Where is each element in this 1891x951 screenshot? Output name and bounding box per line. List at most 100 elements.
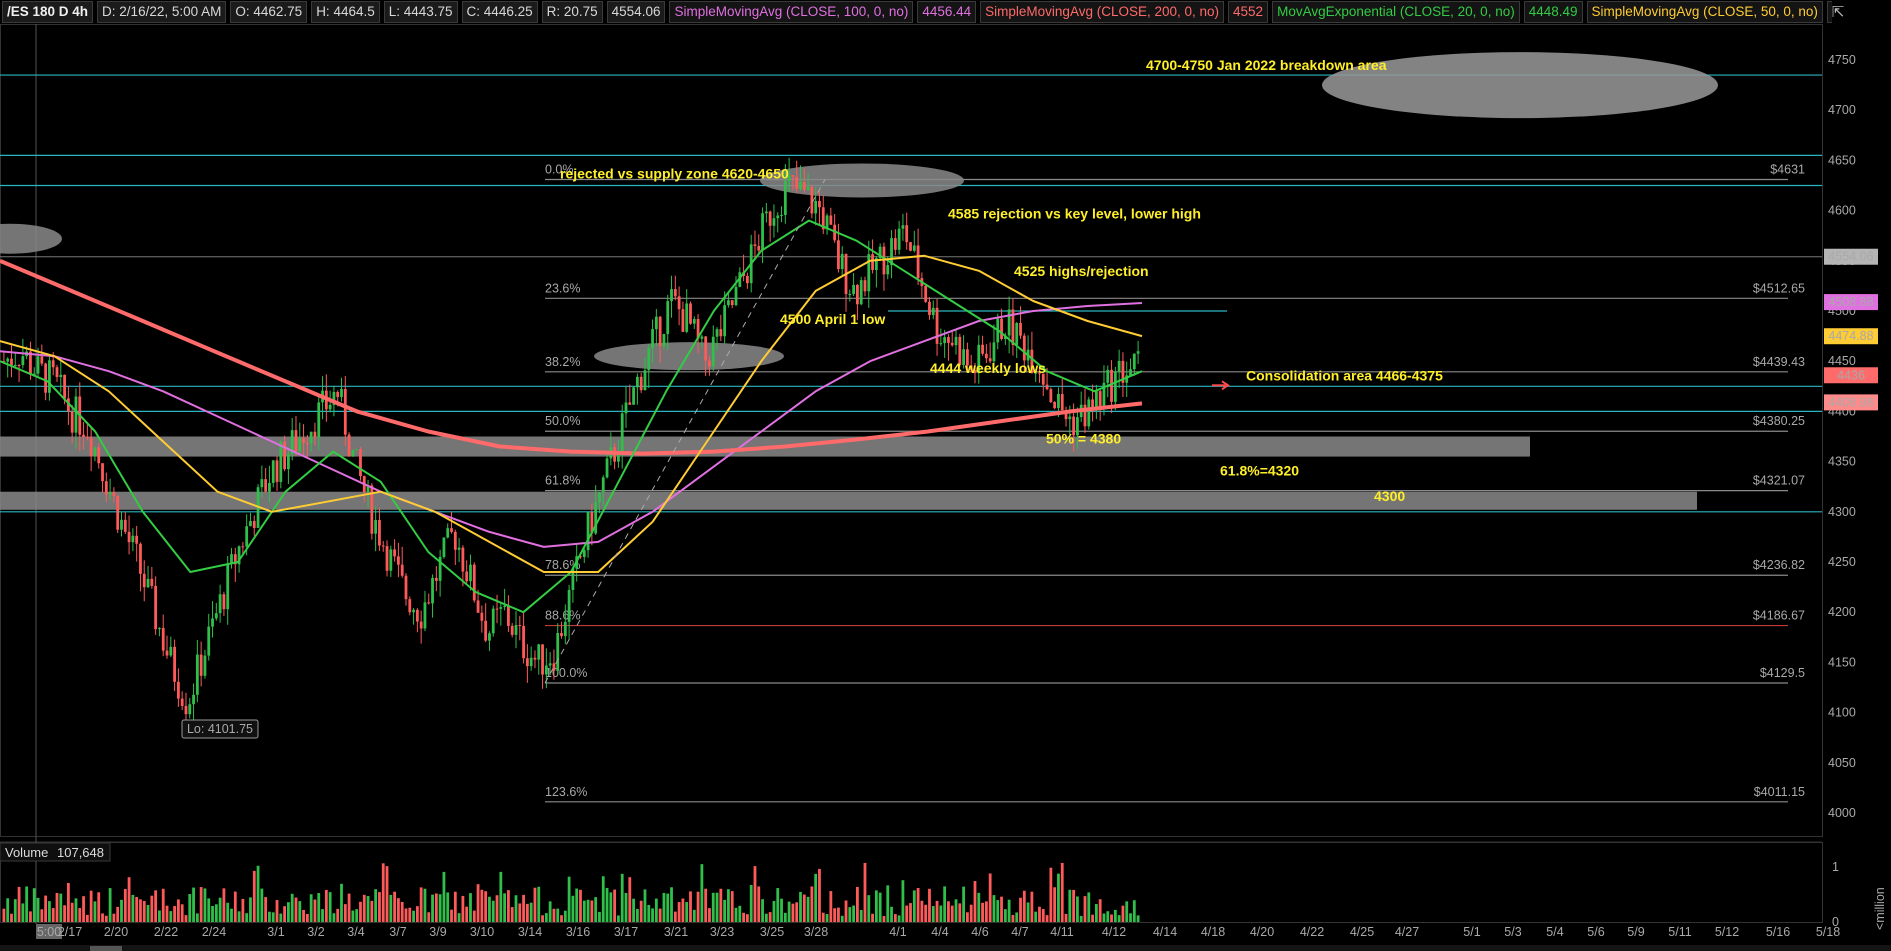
- price-chart[interactable]: 0.0% $463123.6% $4512.6538.2% $4439.4350.0%…: [0, 0, 1891, 951]
- x-tick-32: 5/4: [1546, 925, 1563, 939]
- volume-bar: [275, 900, 279, 922]
- x-tick-24: 4/14: [1153, 925, 1177, 939]
- candle-body: [890, 238, 893, 266]
- fib-price-label-7: $4129.5: [1760, 666, 1805, 680]
- volume-bar: [628, 877, 632, 922]
- price-tick-14: 4700: [1828, 103, 1856, 117]
- volume-bar: [355, 909, 359, 922]
- candle-body: [1053, 401, 1057, 409]
- indicator-label-2[interactable]: MovAvgExponential (CLOSE, 20, 0, no): [1272, 1, 1520, 23]
- volume-bar: [453, 891, 457, 922]
- last-readout: 4554.06: [606, 1, 666, 23]
- candle-body: [753, 244, 757, 246]
- volume-bar: [36, 897, 40, 922]
- indicator-label-0[interactable]: SimpleMovingAvg (CLOSE, 100, 0, no): [669, 1, 914, 23]
- candle-body: [211, 618, 214, 627]
- candle-body: [389, 549, 393, 571]
- volume-bar: [1060, 862, 1064, 922]
- volume-bar: [882, 915, 886, 922]
- candle-body: [886, 265, 890, 275]
- candle-body: [719, 329, 723, 337]
- horizontal-scrollbar[interactable]: [0, 945, 1891, 951]
- indicator-value-1: 4552: [1228, 1, 1269, 23]
- candle-body: [522, 625, 525, 659]
- candle-body: [556, 632, 560, 671]
- volume-bar: [920, 900, 924, 922]
- x-tick-7: 3/4: [347, 925, 364, 939]
- annotation-1: rejected vs supply zone 4620-4650: [560, 165, 789, 181]
- x-tick-36: 5/12: [1715, 925, 1739, 939]
- price-tick-15: 4750: [1828, 53, 1856, 67]
- candle-body: [146, 578, 150, 588]
- volume-bar: [522, 894, 525, 922]
- candle-body: [1019, 323, 1022, 336]
- candle-body: [192, 694, 195, 705]
- candle-body: [514, 624, 518, 635]
- fib-level-label-2: 38.2%: [545, 355, 580, 369]
- volume-bar: [958, 903, 962, 922]
- volume-bar: [1083, 896, 1087, 922]
- volume-bar: [844, 900, 848, 922]
- candle-body: [901, 225, 905, 229]
- price-tick-4: 4200: [1828, 605, 1856, 619]
- volume-bar: [1011, 914, 1015, 922]
- volume-bar: [924, 904, 928, 922]
- candle-body: [21, 356, 25, 366]
- volume-bar: [1064, 913, 1068, 922]
- candle-body: [169, 646, 173, 656]
- volume-bar: [810, 886, 814, 922]
- indicator-label-1[interactable]: SimpleMovingAvg (CLOSE, 200, 0, no): [980, 1, 1225, 23]
- candle-body: [207, 626, 211, 656]
- volume-bar: [1106, 911, 1110, 922]
- volume-bar: [567, 876, 571, 922]
- x-tick-9: 3/9: [429, 925, 446, 939]
- volume-bar: [780, 898, 783, 922]
- volume-bar: [582, 900, 586, 922]
- volume-title: Volume: [5, 845, 48, 860]
- candle-body: [44, 363, 48, 393]
- candle-body: [108, 492, 112, 495]
- volume-bar: [1003, 909, 1007, 922]
- collapse-icon[interactable]: ⇱: [1829, 4, 1847, 22]
- candle-body: [723, 305, 727, 337]
- candle-body: [97, 447, 101, 464]
- volume-bar: [393, 891, 397, 922]
- candle-body: [245, 526, 249, 547]
- candle-body: [260, 479, 264, 488]
- candle-body: [93, 447, 97, 457]
- annotation-8: 61.8%=4320: [1220, 463, 1299, 479]
- left-zone-ellipse: [0, 223, 62, 254]
- candle-body: [935, 307, 939, 344]
- volume-bar: [510, 907, 514, 922]
- candle-body: [1106, 369, 1110, 383]
- volume-bar: [499, 871, 503, 922]
- volume-bar: [332, 913, 336, 922]
- candle-body: [905, 225, 909, 243]
- volume-bar: [692, 909, 696, 922]
- candle-body: [1045, 384, 1049, 390]
- price-tick-3: 4150: [1828, 655, 1856, 669]
- symbol-label[interactable]: /ES 180 D 4h: [2, 1, 94, 23]
- price-tick-6: 4300: [1828, 505, 1856, 519]
- volume-bar: [696, 891, 700, 922]
- candle-body: [139, 543, 142, 574]
- fib-level-label-6: 88.6%: [545, 609, 580, 623]
- candle-body: [499, 607, 503, 609]
- fib-price-label-3: $4380.25: [1753, 414, 1805, 428]
- volume-bar: [825, 914, 829, 922]
- fib-price-label-6: $4186.67: [1753, 609, 1805, 623]
- price-tick-12: 4600: [1828, 204, 1856, 218]
- candle-body: [203, 655, 207, 676]
- volume-bar: [533, 887, 537, 922]
- x-tick-11: 3/14: [518, 925, 542, 939]
- candle-body: [628, 402, 632, 405]
- candle-body: [677, 296, 681, 310]
- candle-body: [17, 364, 21, 366]
- x-tick-3: 2/22: [154, 925, 178, 939]
- candle-body: [309, 431, 313, 444]
- candle-body: [837, 240, 840, 270]
- candle-body: [1087, 399, 1091, 427]
- candle-body: [491, 608, 495, 634]
- indicator-label-3[interactable]: SimpleMovingAvg (CLOSE, 50, 0, no): [1586, 1, 1823, 23]
- scrollbar-thumb[interactable]: [90, 946, 122, 951]
